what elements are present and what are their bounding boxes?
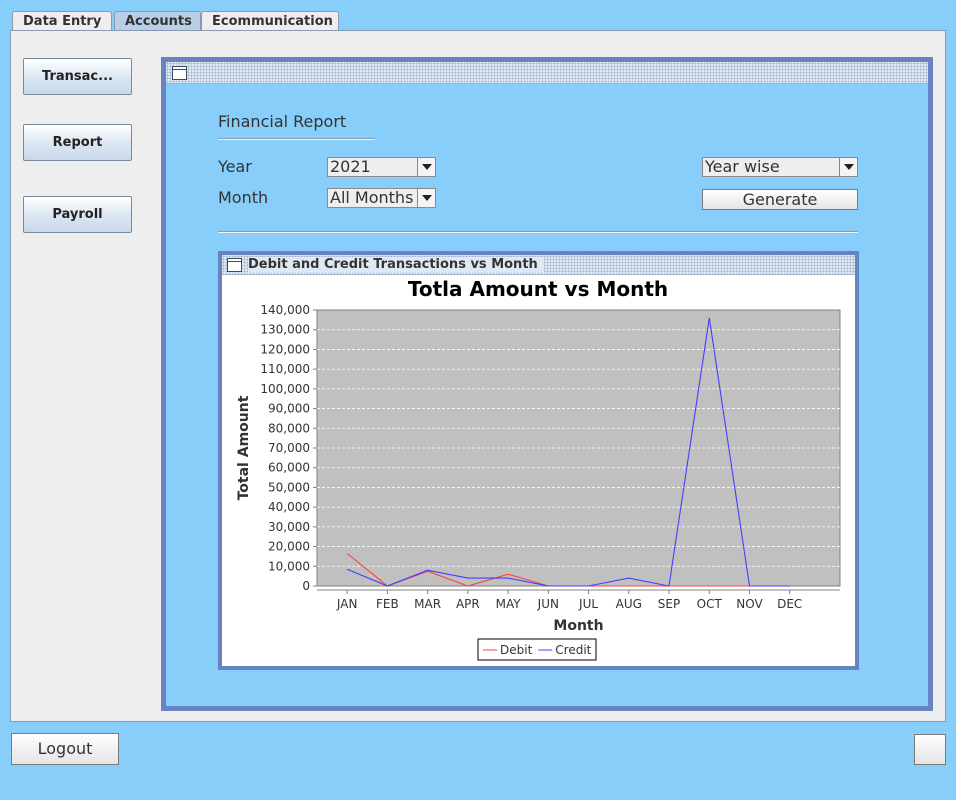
window-icon[interactable] <box>227 258 242 272</box>
y-tick-label: 0 <box>302 579 310 593</box>
report-window-title-bar[interactable] <box>166 62 928 84</box>
chart-window-title: Debit and Credit Transactions vs Month <box>248 257 544 272</box>
y-tick-label: 90,000 <box>268 402 310 416</box>
line-chart: Totla Amount vs Month 0 10,000 20,000 30,000… <box>236 277 841 661</box>
corner-button[interactable] <box>914 734 946 765</box>
report-mode-value: Year wise <box>705 157 780 176</box>
month-dropdown-value: All Months <box>330 188 414 207</box>
chart-window: Debit and Credit Transactions vs Month T… <box>218 251 859 670</box>
x-tick-label: DEC <box>777 597 802 611</box>
chart-title: Totla Amount vs Month <box>408 277 668 301</box>
y-tick-label: 40,000 <box>268 500 310 514</box>
chart-window-title-bar[interactable]: Debit and Credit Transactions vs Month <box>222 255 855 275</box>
heading-separator <box>218 138 375 140</box>
x-tick-label: OCT <box>697 597 723 611</box>
section-separator <box>218 231 858 233</box>
month-dropdown[interactable]: All Months <box>327 188 436 208</box>
x-tick-label: JUL <box>578 597 598 611</box>
chevron-down-icon[interactable] <box>417 189 435 207</box>
y-tick-label: 70,000 <box>268 441 310 455</box>
legend-label-credit: Credit <box>555 643 591 657</box>
report-window: Financial Report Year 2021 Month All Mon… <box>161 57 933 711</box>
x-axis-label: Month <box>553 618 603 634</box>
x-tick-label: SEP <box>658 597 680 611</box>
y-tick-label: 80,000 <box>268 421 310 435</box>
y-tick-label: 130,000 <box>260 323 310 337</box>
report-button[interactable]: Report <box>23 124 132 161</box>
x-tick-label: JAN <box>336 597 358 611</box>
y-tick-label: 50,000 <box>268 480 310 494</box>
x-tick-label: AUG <box>616 597 642 611</box>
y-tick-label: 10,000 <box>268 559 310 573</box>
x-tick-label: MAR <box>414 597 441 611</box>
x-tick-label: NOV <box>736 597 763 611</box>
legend-label-debit: Debit <box>500 643 533 657</box>
y-axis-label: Total Amount <box>236 395 252 500</box>
accounts-tab-panel: Transac... Report Payroll Financial Repo… <box>10 30 946 722</box>
x-tick-label: APR <box>456 597 480 611</box>
transactions-button[interactable]: Transac... <box>23 58 132 95</box>
tab-data-entry[interactable]: Data Entry <box>12 11 112 31</box>
tab-accounts[interactable]: Accounts <box>114 11 201 31</box>
logout-button[interactable]: Logout <box>11 733 119 765</box>
payroll-button[interactable]: Payroll <box>23 196 132 233</box>
generate-button[interactable]: Generate <box>702 189 858 210</box>
chevron-down-icon[interactable] <box>839 158 857 176</box>
y-tick-label: 110,000 <box>260 362 310 376</box>
x-tick-label: MAY <box>496 597 522 611</box>
y-tick-label: 20,000 <box>268 540 310 554</box>
report-heading: Financial Report <box>218 112 347 131</box>
report-mode-dropdown[interactable]: Year wise <box>702 157 858 177</box>
year-dropdown[interactable]: 2021 <box>327 157 436 177</box>
year-dropdown-value: 2021 <box>330 157 371 176</box>
y-tick-label: 60,000 <box>268 461 310 475</box>
x-tick-label: FEB <box>376 597 399 611</box>
chevron-down-icon[interactable] <box>417 158 435 176</box>
tab-ecommunication[interactable]: Ecommunication <box>201 11 339 31</box>
x-tick-label: JUN <box>537 597 559 611</box>
y-tick-label: 100,000 <box>260 382 310 396</box>
year-label: Year <box>218 157 252 176</box>
window-icon[interactable] <box>172 66 187 80</box>
month-label: Month <box>218 188 269 207</box>
y-tick-label: 120,000 <box>260 342 310 356</box>
y-tick-label: 30,000 <box>268 520 310 534</box>
y-tick-label: 140,000 <box>260 303 310 317</box>
